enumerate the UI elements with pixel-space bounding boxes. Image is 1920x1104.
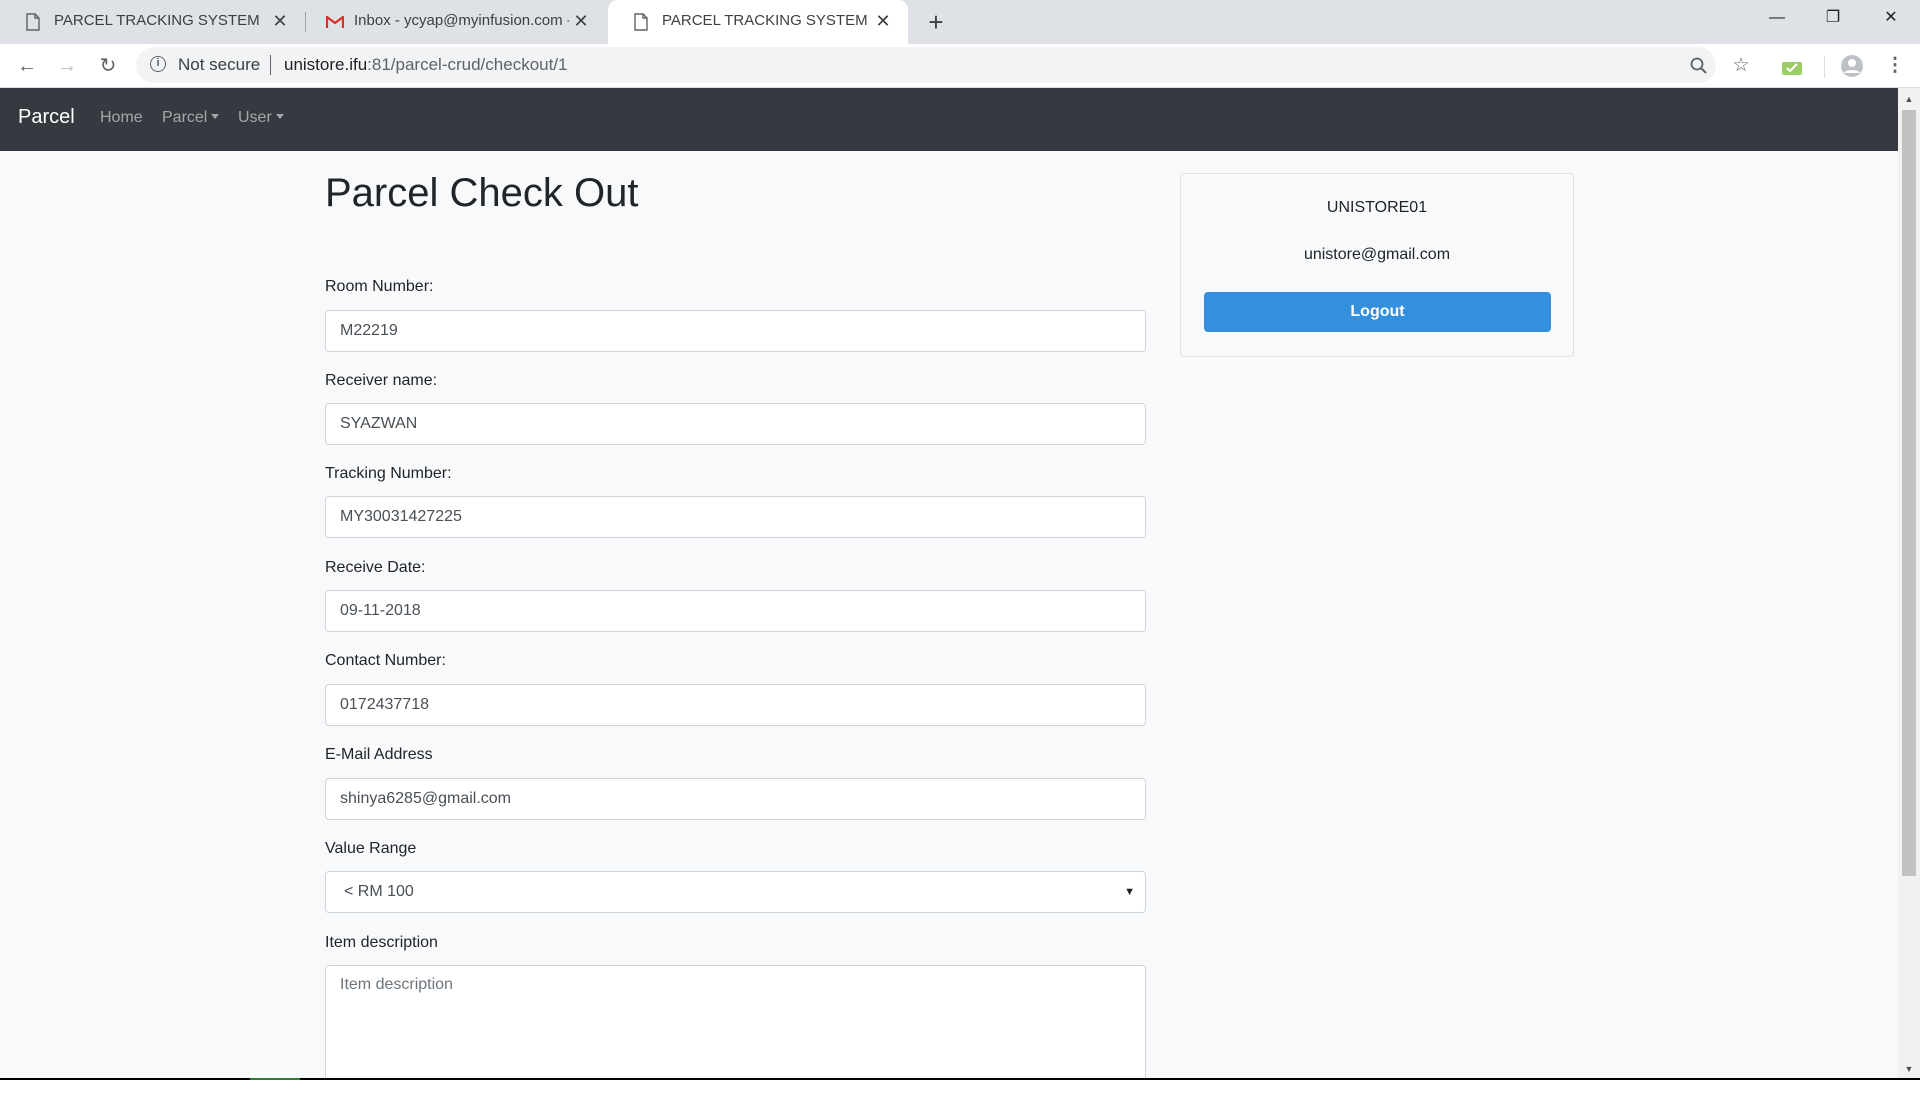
value-range-select[interactable]: < RM 100 ▼	[325, 871, 1146, 913]
contact-number-input[interactable]: 0172437718	[325, 684, 1146, 726]
tracking-number-input[interactable]: MY30031427225	[325, 496, 1146, 538]
scrollbar-thumb[interactable]	[1902, 110, 1916, 876]
profile-avatar-icon[interactable]	[1840, 54, 1864, 78]
info-icon[interactable]: i	[150, 56, 166, 72]
taskbar-indicator	[250, 1078, 300, 1080]
new-tab-button[interactable]: +	[920, 6, 952, 38]
page-title: Parcel Check Out	[325, 171, 639, 215]
browser-tab-parcel-1[interactable]: PARCEL TRACKING SYSTEM ✕	[0, 0, 305, 44]
menu-kebab-icon[interactable]: ⋮	[1880, 51, 1910, 81]
bookmark-star-icon[interactable]: ☆	[1726, 51, 1756, 81]
scroll-down-arrow-icon[interactable]: ▼	[1902, 1062, 1916, 1076]
security-status[interactable]: Not secure	[178, 55, 260, 75]
reload-icon[interactable]: ↻	[93, 51, 123, 81]
receive-date-input[interactable]: 09-11-2018	[325, 590, 1146, 632]
nav-user-dropdown[interactable]: User	[238, 109, 284, 127]
nav-parcel-dropdown[interactable]: Parcel	[162, 109, 220, 127]
url-text[interactable]: unistore.ifu:81/parcel-crud/checkout/1	[284, 55, 568, 75]
dropdown-arrow-icon: ▼	[1124, 886, 1135, 898]
divider	[1824, 56, 1825, 78]
maximize-button[interactable]: ❐	[1804, 0, 1862, 36]
username-text: UNISTORE01	[1326, 199, 1428, 216]
email-address-input[interactable]: shinya6285@gmail.com	[325, 778, 1146, 820]
minimize-button[interactable]: —	[1748, 0, 1806, 36]
page-viewport: Parcel Home Parcel User Parcel Check Out…	[0, 88, 1898, 1080]
caret-down-icon	[211, 114, 220, 119]
caret-down-icon	[275, 114, 284, 119]
item-description-textarea[interactable]: Item description	[325, 965, 1146, 1080]
back-arrow-icon[interactable]: ←	[12, 51, 42, 81]
receive-date-label: Receive Date:	[325, 559, 426, 576]
top-navbar: Parcel Home Parcel User	[0, 88, 1898, 151]
forward-arrow-icon[interactable]: →	[52, 51, 82, 81]
zoom-icon[interactable]	[1690, 57, 1708, 75]
user-card: UNISTORE01 unistore@gmail.com Logout	[1180, 173, 1574, 357]
receiver-name-input[interactable]: SYAZWAN	[325, 403, 1146, 445]
browser-tab-inbox[interactable]: Inbox - ycyap@myinfusion.com - ✕	[306, 0, 606, 44]
tab-title: PARCEL TRACKING SYSTEM	[54, 12, 260, 29]
address-bar[interactable]: i Not secure unistore.ifu:81/parcel-crud…	[136, 47, 1716, 83]
browser-tab-parcel-active[interactable]: PARCEL TRACKING SYSTEM ✕	[608, 0, 908, 44]
contact-number-label: Contact Number:	[325, 652, 446, 669]
close-tab-icon[interactable]: ✕	[870, 8, 896, 34]
scroll-up-arrow-icon[interactable]: ▲	[1902, 92, 1916, 106]
browser-toolbar: ← → ↻ i Not secure unistore.ifu:81/parce…	[0, 44, 1920, 88]
tab-title: Inbox - ycyap@myinfusion.com -	[354, 12, 569, 29]
receiver-name-label: Receiver name:	[325, 372, 438, 389]
tracking-number-label: Tracking Number:	[325, 465, 452, 482]
room-number-label: Room Number:	[325, 278, 434, 295]
extension-icon[interactable]	[1781, 58, 1803, 76]
document-icon	[634, 13, 648, 31]
room-number-input[interactable]: M22219	[325, 310, 1146, 352]
nav-home[interactable]: Home	[100, 109, 143, 127]
user-email-text: unistore@gmail.com	[1303, 246, 1451, 263]
logout-button[interactable]: Logout	[1204, 292, 1551, 332]
value-range-label: Value Range	[325, 840, 417, 857]
browser-tab-bar: PARCEL TRACKING SYSTEM ✕ Inbox - ycyap@m…	[0, 0, 1920, 44]
document-icon	[26, 13, 40, 31]
close-window-button[interactable]: ✕	[1862, 0, 1920, 36]
navbar-brand[interactable]: Parcel	[18, 106, 75, 129]
close-tab-icon[interactable]: ✕	[267, 8, 293, 34]
email-address-label: E-Mail Address	[325, 746, 433, 763]
gmail-icon	[326, 15, 344, 28]
tab-title: PARCEL TRACKING SYSTEM	[662, 12, 868, 29]
divider	[270, 55, 271, 75]
close-tab-icon[interactable]: ✕	[568, 8, 594, 34]
item-description-label: Item description	[325, 934, 438, 951]
